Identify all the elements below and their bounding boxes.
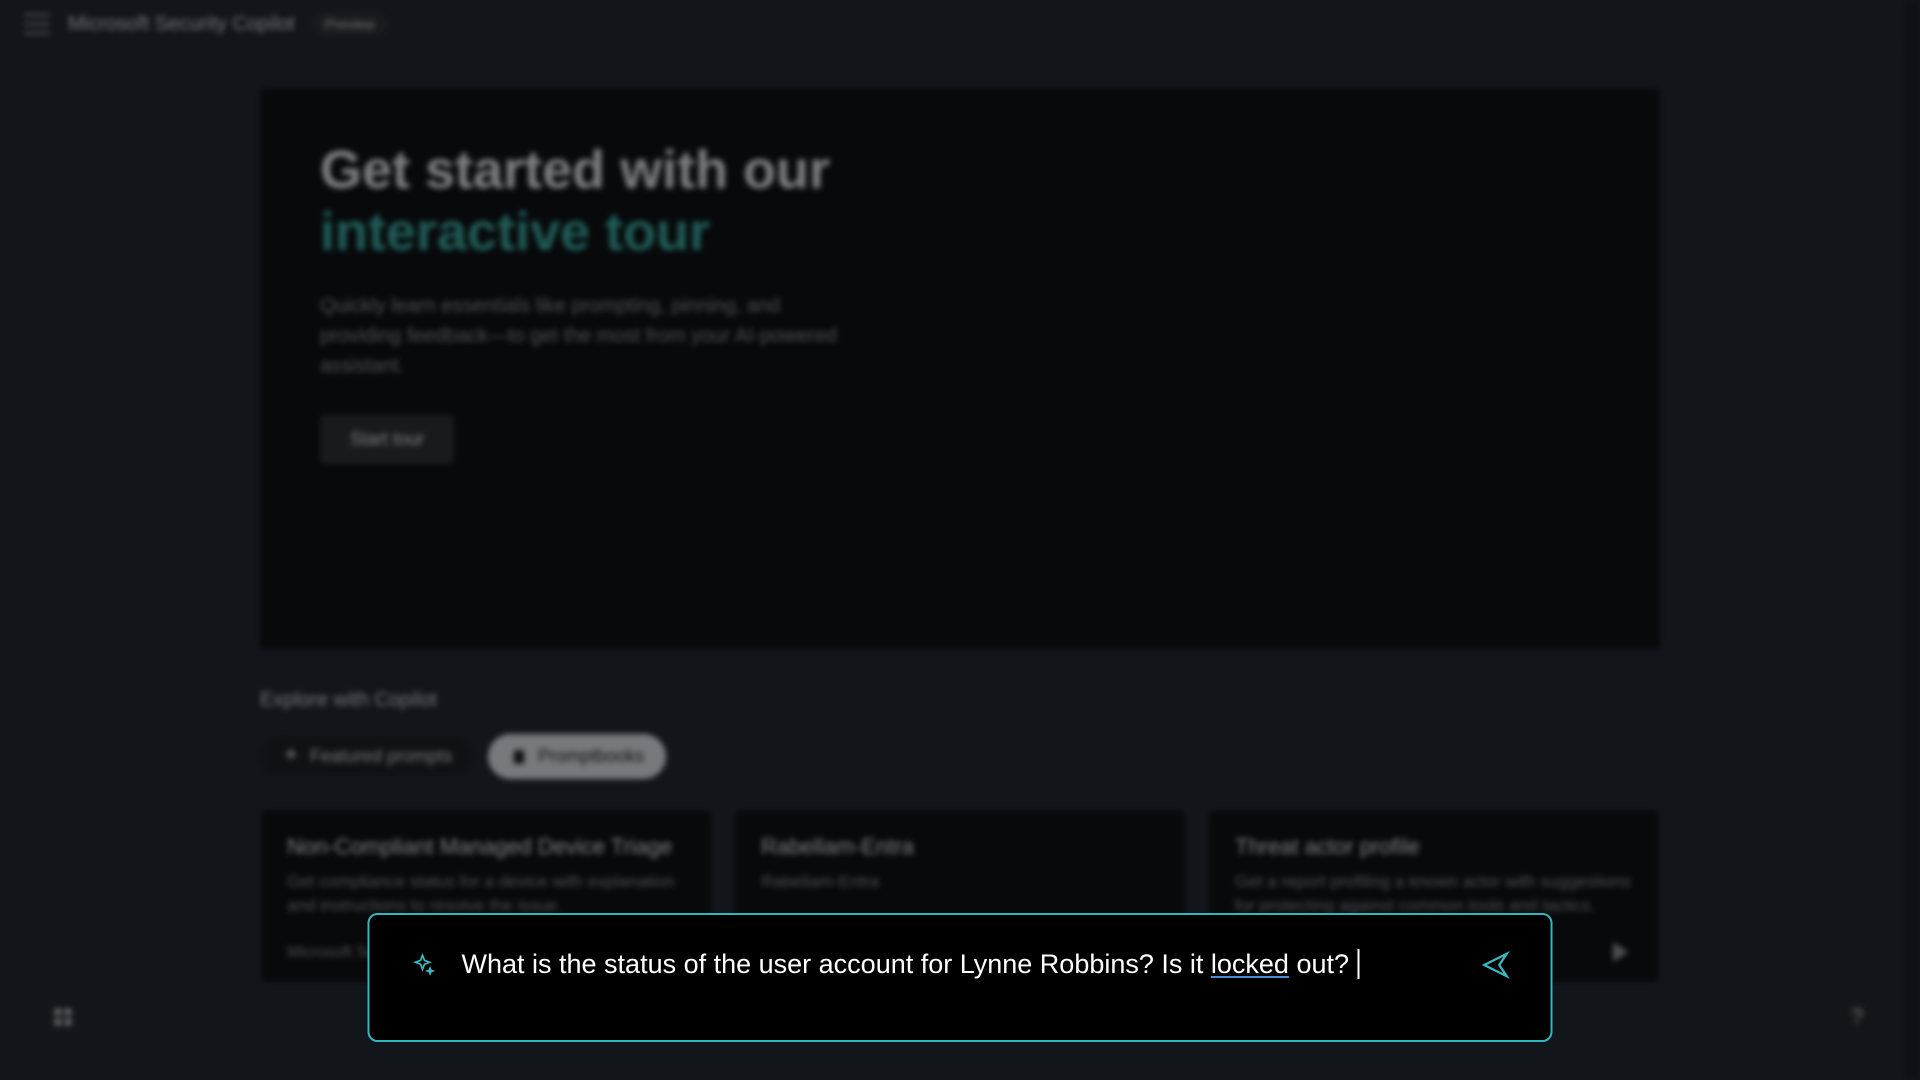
hero-description: Quickly learn essentials like prompting,…: [320, 291, 840, 381]
scrollbar[interactable]: [1904, 0, 1918, 1080]
sparkle-icon: [282, 748, 300, 766]
top-bar: Microsoft Security Copilot Preview: [0, 0, 1920, 49]
help-button[interactable]: ?: [1834, 994, 1880, 1040]
explore-heading: Explore with Copilot: [260, 689, 1660, 712]
preview-badge: Preview: [313, 12, 387, 36]
start-tour-button[interactable]: Start tour: [320, 415, 454, 464]
prompt-text-before: What is the status of the user account f…: [462, 949, 1211, 979]
card-desc: Get compliance status for a device with …: [287, 870, 685, 918]
grid-apps-button[interactable]: [40, 994, 86, 1040]
hero-card: Get started with our interactive tour Qu…: [260, 89, 1660, 649]
prompt-text-after: out?: [1289, 949, 1349, 979]
card-desc: Get a report profiling a known actor wit…: [1235, 870, 1633, 918]
tab-featured-label: Featured prompts: [310, 746, 452, 767]
play-icon[interactable]: [1613, 942, 1633, 962]
card-desc: Rabellam-Entra: [761, 870, 1159, 918]
card-title: Threat actor profile: [1235, 834, 1633, 860]
prompt-input[interactable]: What is the status of the user account f…: [462, 949, 1455, 980]
sparkle-icon: [410, 952, 436, 978]
prompt-bar: What is the status of the user account f…: [368, 913, 1553, 1042]
send-icon[interactable]: [1481, 950, 1511, 980]
menu-icon[interactable]: [24, 14, 50, 34]
hero-title: Get started with our interactive tour: [320, 139, 1600, 263]
book-icon: [510, 748, 528, 766]
tab-promptbooks-label: Promptbooks: [538, 746, 644, 767]
hero-title-line1: Get started with our: [320, 140, 830, 200]
card-title: Rabellam-Entra: [761, 834, 1159, 860]
card-title: Non-Compliant Managed Device Triage: [287, 834, 685, 860]
app-title: Microsoft Security Copilot: [68, 13, 295, 36]
hero-title-line2: interactive tour: [320, 202, 710, 262]
prompt-text-underlined: locked: [1211, 949, 1289, 979]
tab-featured-prompts[interactable]: Featured prompts: [260, 734, 474, 779]
grid-icon: [52, 1006, 74, 1028]
tab-promptbooks[interactable]: Promptbooks: [488, 734, 666, 779]
help-icon: ?: [1851, 1004, 1863, 1030]
